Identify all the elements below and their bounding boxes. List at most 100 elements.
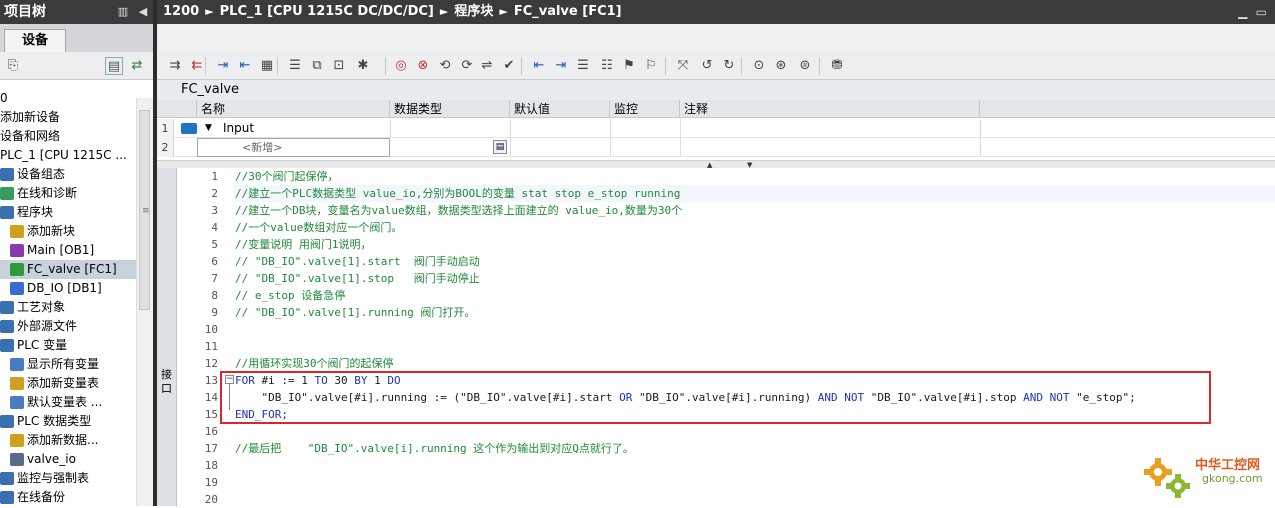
interface-splitter[interactable]: ▲ ▼	[157, 160, 1275, 169]
compare-icon[interactable]: ⤧	[673, 56, 693, 76]
clear-breakpoint-icon[interactable]: ⊗	[413, 56, 433, 76]
code-line[interactable]: //30个阀门起保停，	[235, 168, 339, 185]
comment-icon[interactable]: ☰	[573, 56, 593, 76]
tree-item[interactable]: 程序块	[0, 203, 136, 222]
open-all-icon[interactable]: ⧉	[307, 56, 327, 76]
breakpoint-icon[interactable]: ◎	[391, 56, 411, 76]
tree-item-label: 0	[0, 91, 8, 105]
tree-item[interactable]: 在线备份	[0, 488, 136, 507]
header-datatype[interactable]: 数据类型	[390, 100, 510, 118]
code-line[interactable]: //建立一个PLC数据类型 value_io,分别为BOOL的变量 stat s…	[235, 185, 680, 202]
chevron-right-icon: ►	[439, 5, 449, 18]
tree-item[interactable]: PLC_1 [CPU 1215C ...	[0, 146, 136, 165]
tree-item[interactable]: 添加新设备	[0, 108, 136, 127]
tree-item[interactable]: DB_IO [DB1]	[0, 279, 136, 298]
code-line[interactable]: //一个value数组对应一个阀门。	[235, 219, 402, 236]
code-line[interactable]: // "DB_IO".valve[1].stop 阀门手动停止	[235, 270, 480, 287]
new-item-icon[interactable]: ⎘	[4, 57, 22, 75]
compile-icon[interactable]: ▦	[257, 56, 277, 76]
code-line[interactable]: // "DB_IO".valve[1].running 阀门打开。	[235, 304, 475, 321]
line-number: 4	[211, 221, 218, 234]
tree-item[interactable]: 添加新变量表	[0, 374, 136, 393]
line-number: 2	[211, 187, 218, 200]
go-offline-icon[interactable]: ⟳	[457, 56, 477, 76]
tree-item[interactable]: Main [OB1]	[0, 241, 136, 260]
close-all-icon[interactable]: ⊡	[329, 56, 349, 76]
line-number: 1	[211, 170, 218, 183]
tree-item[interactable]: 在线和诊断	[0, 184, 136, 203]
code-line[interactable]: // "DB_IO".valve[1].start 阀门手动启动	[235, 253, 480, 270]
minimize-icon[interactable]: ▁	[1238, 5, 1247, 19]
delete-network-icon[interactable]: ⇇	[187, 56, 207, 76]
tree-item[interactable]: PLC 数据类型	[0, 412, 136, 431]
tree-item[interactable]: valve_io	[0, 450, 136, 469]
tree-item[interactable]: 添加新数据...	[0, 431, 136, 450]
tree-item[interactable]: 监控与强制表	[0, 469, 136, 488]
header-default[interactable]: 默认值	[510, 100, 610, 118]
datatype-picker-icon[interactable]: ▤	[493, 140, 507, 154]
code-line[interactable]: // e_stop 设备急停	[235, 287, 345, 304]
force-icon[interactable]: ⊜	[795, 56, 815, 76]
breadcrumb-item[interactable]: 1200	[163, 4, 199, 19]
new-param-field[interactable]: <新增>	[197, 138, 390, 157]
tab-devices[interactable]: 设备	[4, 29, 66, 52]
breadcrumb-item[interactable]: PLC_1 [CPU 1215C DC/DC/DC]	[220, 4, 434, 19]
tree-item[interactable]: 显示所有变量	[0, 355, 136, 374]
step-over-icon[interactable]: ↻	[719, 56, 739, 76]
upload-icon[interactable]: ⇤	[235, 56, 255, 76]
uncomment-icon[interactable]: ☷	[597, 56, 617, 76]
chevron-right-icon: ►	[499, 5, 508, 18]
tree-item-label: 在线备份	[17, 490, 66, 504]
breadcrumb-item[interactable]: 程序块	[454, 4, 493, 19]
interface-row[interactable]: 2 <新增> ▤	[157, 138, 1275, 157]
check-icon[interactable]: ✔	[499, 56, 519, 76]
header-monitor[interactable]: 监控	[610, 100, 680, 118]
header-comment[interactable]: 注释	[680, 100, 980, 118]
step-icon[interactable]: ↺	[697, 56, 717, 76]
next-bookmark-icon[interactable]: ⚐	[641, 56, 661, 76]
watermark-brand: 中华工控网	[1195, 458, 1261, 473]
tree-item[interactable]: 添加新块	[0, 222, 136, 241]
monitor-icon[interactable]: ⇌	[477, 56, 497, 76]
collapse-panel-icon[interactable]: ◀	[136, 5, 150, 19]
detail-view-icon[interactable]: ▤	[105, 57, 123, 75]
indent-icon[interactable]: ⇤	[529, 56, 549, 76]
code-line[interactable]: //用循环实现30个阀门的起保停	[235, 355, 394, 372]
interface-side-tab[interactable]: 接口	[157, 168, 177, 506]
watch-icon[interactable]: ⊙	[749, 56, 769, 76]
tree-item[interactable]: 设备组态	[0, 165, 136, 184]
breadcrumb-item[interactable]: FC_valve [FC1]	[514, 4, 622, 19]
bookmark-icon[interactable]: ⚑	[619, 56, 639, 76]
breadcrumb: 1200 ► PLC_1 [CPU 1215C DC/DC/DC] ► 程序块 ► FC_v…	[157, 0, 1275, 24]
sync-icon[interactable]: ⇄	[128, 57, 146, 75]
panel-layout-icon[interactable]: ▥	[116, 5, 130, 19]
tree-item[interactable]: 外部源文件	[0, 317, 136, 336]
block-props-icon[interactable]: ⛃	[827, 56, 847, 76]
tree-item[interactable]: 0	[0, 89, 136, 108]
go-online-icon[interactable]: ⟲	[435, 56, 455, 76]
watch-list-icon[interactable]: ⊛	[771, 56, 791, 76]
tree-item[interactable]: FC_valve [FC1]	[0, 260, 136, 279]
device-tabs: 设备	[0, 24, 153, 52]
download-icon[interactable]: ⇥	[213, 56, 233, 76]
scl-code-editor[interactable]: 接口 − 1//30个阀门起保停， 2//建立一个PLC数据类型 value_io…	[157, 168, 1275, 506]
header-corner	[157, 100, 197, 118]
gear-logo-icon	[1144, 458, 1190, 498]
tree-item[interactable]: PLC 变量	[0, 336, 136, 355]
code-line[interactable]: //变量说明 用阀门1说明，	[235, 236, 372, 253]
list-icon[interactable]: ☰	[285, 56, 305, 76]
interface-row[interactable]: 1 ▼ Input	[157, 119, 1275, 138]
scrollbar-thumb[interactable]: ≡	[139, 110, 150, 310]
header-name[interactable]: 名称	[197, 100, 390, 118]
restore-icon[interactable]: ▭	[1256, 5, 1267, 19]
tree-item[interactable]: 默认变量表 ...	[0, 393, 136, 412]
outdent-icon[interactable]: ⇥	[551, 56, 571, 76]
tree-item[interactable]: 工艺对象	[0, 298, 136, 317]
tree-item[interactable]: 设备和网络	[0, 127, 136, 146]
favorites-icon[interactable]: ✱	[353, 56, 373, 76]
code-line[interactable]: //建立一个DB块，变量名为value数组，数据类型选择上面建立的 value_…	[235, 202, 682, 219]
toolbar-separator	[819, 57, 820, 75]
expand-triangle-icon[interactable]: ▼	[205, 119, 212, 138]
insert-network-icon[interactable]: ⇉	[165, 56, 185, 76]
code-line[interactable]: //最后把 "DB_IO".valve[i].running 这个作为输出到对应…	[235, 440, 634, 457]
